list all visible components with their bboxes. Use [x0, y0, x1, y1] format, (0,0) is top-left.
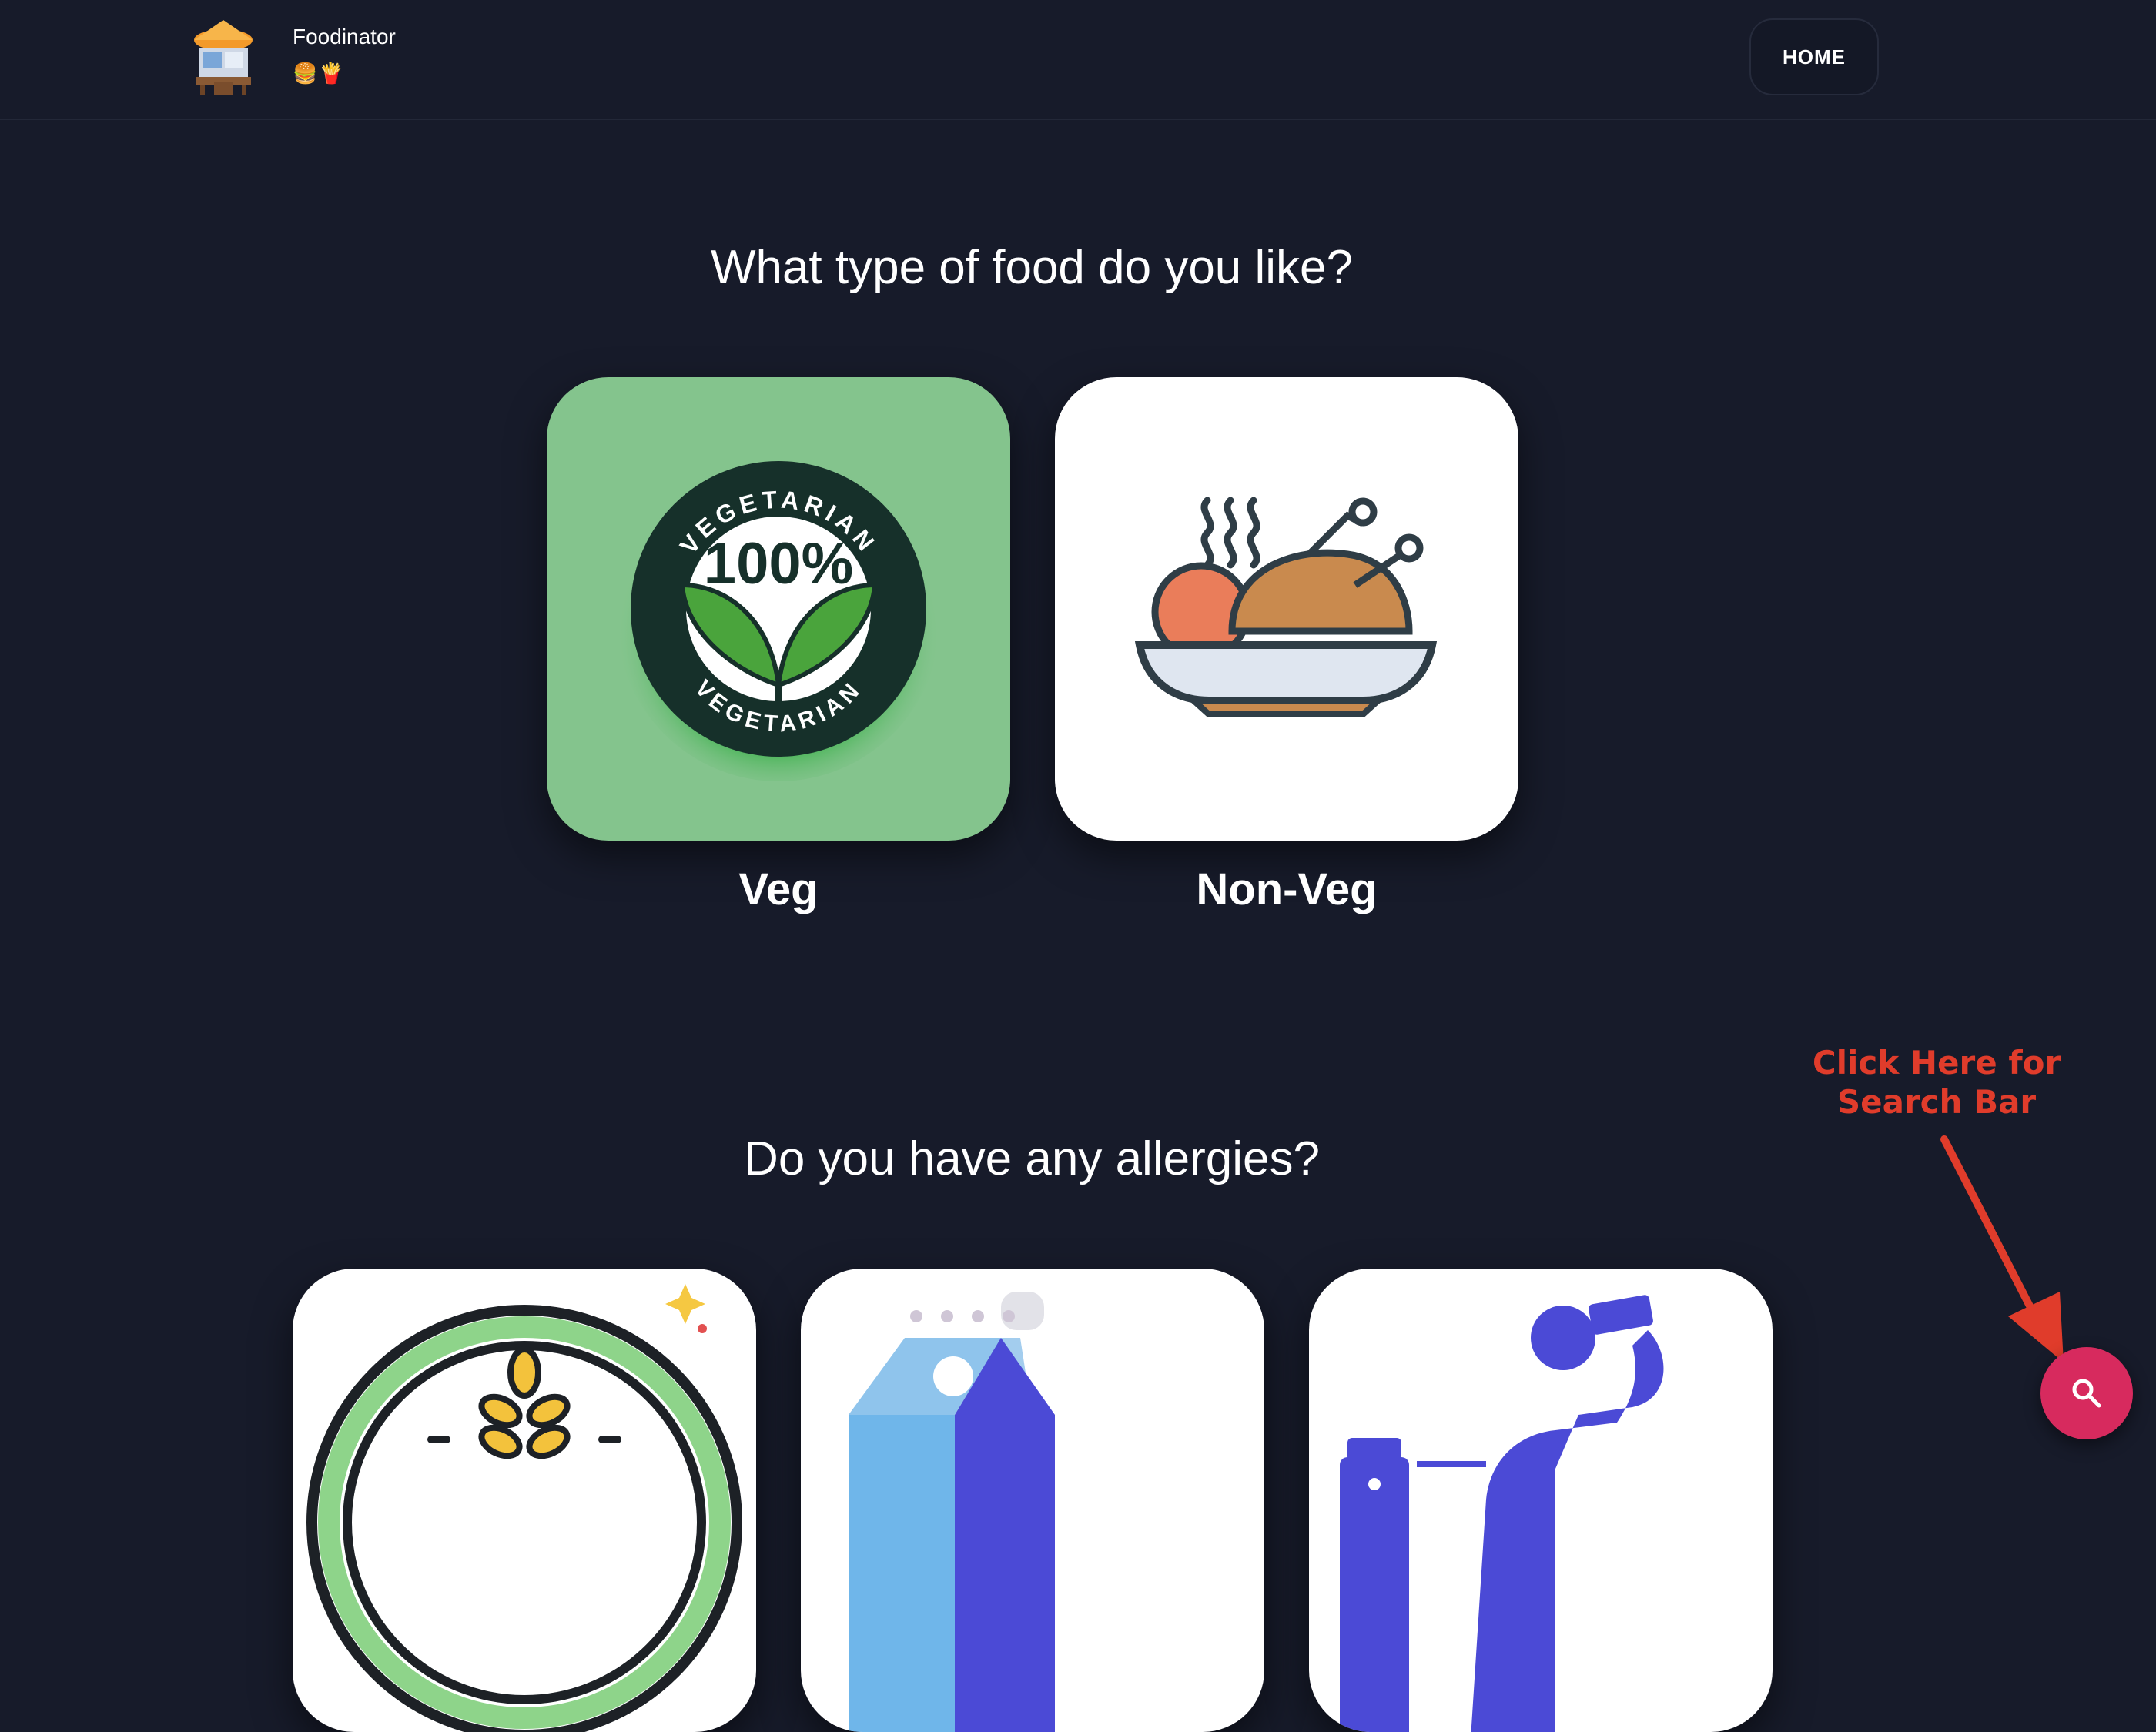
gluten-allergy-card[interactable] — [293, 1269, 756, 1732]
veg-option-card[interactable]: VEGETARIAN VEGETARIAN 100% — [547, 377, 1010, 841]
person-drinking-icon — [1340, 1295, 1664, 1732]
search-fab-button[interactable] — [2040, 1347, 2133, 1439]
brand-name: Foodinator — [293, 25, 396, 48]
veg-label: Veg — [738, 864, 819, 914]
non-veg-label: Non-Veg — [1196, 864, 1378, 914]
search-icon — [2072, 1379, 2101, 1408]
vegetarian-badge-icon: VEGETARIAN VEGETARIAN 100% — [617, 458, 940, 781]
drinking-allergy-card[interactable] — [1309, 1269, 1773, 1732]
allergies-heading: Do you have any allergies? — [744, 1132, 1320, 1185]
top-navbar: Foodinator 🍔🍟 HOME — [0, 0, 2156, 120]
search-hint-text: Click Here for Search Bar — [1786, 1043, 2087, 1122]
food-type-heading: What type of food do you like? — [710, 241, 1354, 294]
search-hint-line2: Search Bar — [1836, 1083, 2037, 1121]
wheat-gluten-icon — [306, 1284, 742, 1732]
non-veg-option-card[interactable] — [1055, 377, 1518, 841]
food-stall-logo-icon[interactable] — [191, 17, 256, 97]
milk-carton-icon — [849, 1292, 1055, 1732]
roast-chicken-icon — [1134, 497, 1438, 717]
svg-text:100%: 100% — [704, 531, 853, 597]
dairy-allergy-card[interactable] — [801, 1269, 1264, 1732]
home-button[interactable]: HOME — [1749, 18, 1879, 95]
hint-arrow-icon — [1940, 1135, 2064, 1363]
search-hint-line1: Click Here for — [1812, 1044, 2061, 1082]
brand-emoji: 🍔🍟 — [293, 62, 346, 85]
